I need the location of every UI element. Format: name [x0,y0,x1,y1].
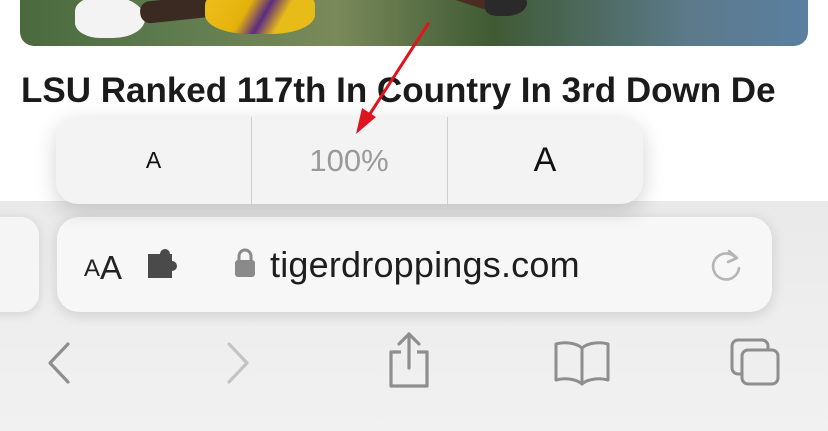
larger-text-a: A [533,141,557,179]
url-text[interactable]: tigerdroppings.com [270,242,580,288]
chevron-left-icon[interactable] [40,338,80,388]
smaller-text-a: A [145,147,162,173]
share-icon[interactable] [384,330,434,390]
book-icon[interactable] [553,338,611,386]
chevron-right-icon[interactable] [217,338,257,388]
increase-text-size-button[interactable]: A [447,117,643,204]
tabs-icon[interactable] [728,336,784,388]
hero-image-cleat [485,0,527,16]
hero-image-uniform [205,0,315,34]
page-settings-button[interactable]: A A [84,243,134,287]
lock-icon [235,248,255,277]
previous-tab-card[interactable] [0,217,39,312]
reload-icon[interactable] [707,246,745,284]
annotation-arrow [356,22,430,134]
hero-image-shoe [75,0,145,38]
aa-large-letter: A [100,249,123,286]
puzzle-piece-icon[interactable] [146,248,182,282]
aa-small-letter: A [84,255,101,282]
zoom-level-label: 100% [309,142,389,178]
decrease-text-size-button[interactable]: A [56,117,251,204]
